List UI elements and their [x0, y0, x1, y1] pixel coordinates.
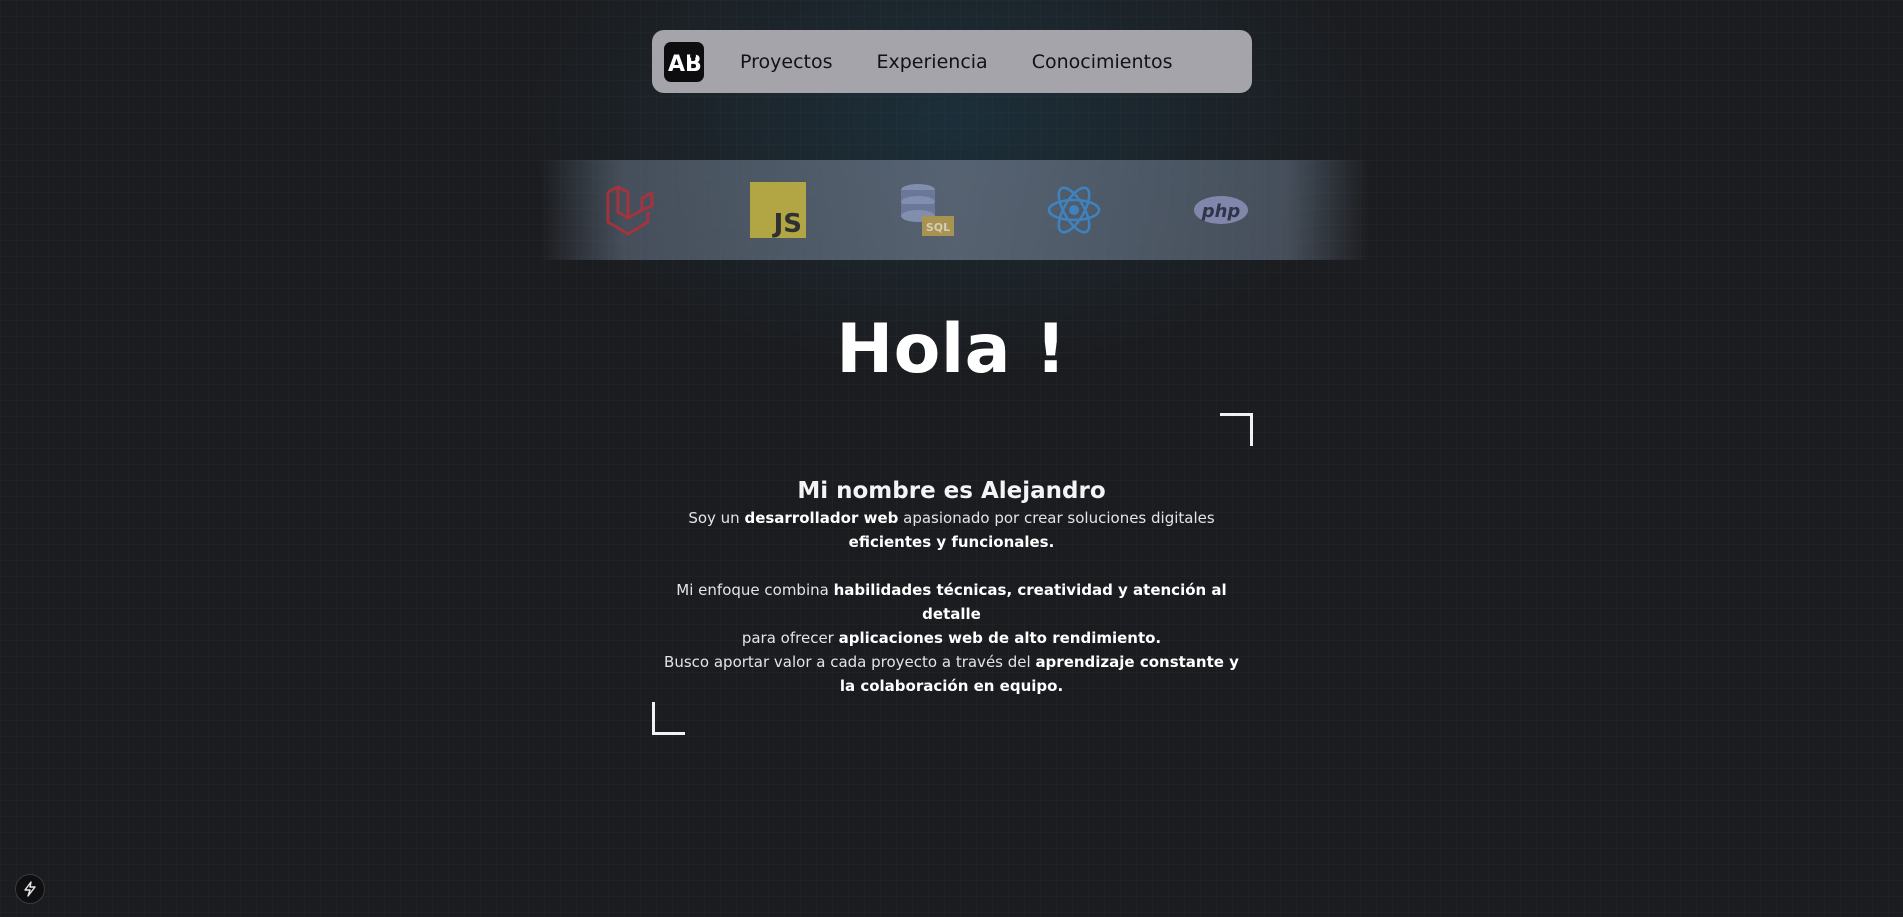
sql-database-icon: SQL: [898, 182, 954, 238]
intro-description: Soy un desarrollador web apasionado por …: [660, 506, 1243, 698]
svg-text:AB: AB: [668, 52, 701, 77]
corner-bracket-top-right: [1220, 413, 1253, 446]
corner-bracket-bottom-left: [652, 702, 685, 735]
nav-link-proyectos[interactable]: Proyectos: [740, 51, 833, 73]
lightning-icon: [24, 881, 36, 897]
svg-text:JS: JS: [772, 209, 802, 238]
nav-link-experiencia[interactable]: Experiencia: [877, 51, 988, 73]
php-icon: php: [1192, 182, 1250, 238]
greeting-heading: Hola !: [836, 310, 1067, 389]
logo-icon[interactable]: AB: [664, 41, 704, 82]
intro-paragraph-1: Soy un desarrollador web apasionado por …: [688, 509, 1215, 551]
intro-name-heading: Mi nombre es Alejandro: [797, 478, 1106, 504]
javascript-icon: JS: [750, 182, 806, 239]
svg-text:php: php: [1201, 201, 1241, 222]
intro-paragraph-2: Mi enfoque combina habilidades técnicas,…: [664, 581, 1239, 695]
top-navbar: AB Proyectos Experiencia Conocimientos: [652, 30, 1252, 93]
svg-text:SQL: SQL: [926, 221, 950, 234]
laravel-icon: [600, 182, 656, 238]
tech-icons-carousel: JS SQL php: [540, 160, 1370, 260]
react-icon: [1046, 182, 1102, 238]
dev-tools-badge[interactable]: [15, 874, 45, 904]
nav-link-conocimientos[interactable]: Conocimientos: [1032, 51, 1173, 73]
